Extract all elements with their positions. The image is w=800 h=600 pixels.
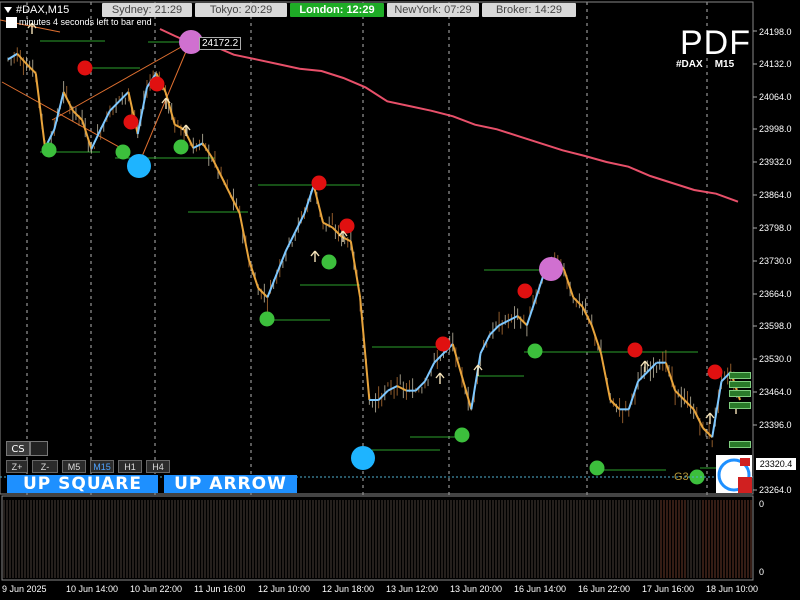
side-tag-1 (729, 372, 751, 379)
side-tag-5 (729, 441, 751, 448)
cs-button[interactable]: CS (6, 441, 30, 456)
price-label: 23396.0 (759, 420, 792, 430)
major-signal-blue (351, 446, 375, 470)
time-label: 16 Jun 22:00 (578, 584, 631, 594)
indicator-symbol-tf: #DAX M15 (676, 59, 734, 70)
time-label: 12 Jun 10:00 (258, 584, 311, 594)
signal-up-marker (589, 460, 605, 476)
session-clock-sydney: Sydney: 21:29 (102, 3, 192, 17)
logo-timeframe: M15 (714, 59, 735, 70)
up-arrow-button[interactable]: UP ARROW (164, 475, 297, 493)
chevron-down-icon (4, 7, 12, 14)
time-label: 9 Jun 2025 (2, 584, 47, 594)
countdown-box-icon (6, 17, 17, 29)
side-tag-2 (729, 381, 751, 388)
timeframe-m5-button[interactable]: M5 (62, 460, 86, 473)
timeframe-h4-button[interactable]: H4 (146, 460, 170, 473)
symbol-title-text: #DAX,M15 (16, 4, 70, 16)
price-label: 24064.0 (759, 92, 792, 102)
major-signal-pink (539, 257, 563, 281)
price-label: 23264.0 (759, 485, 792, 495)
broker-badge[interactable] (716, 455, 752, 493)
cs-button-extension[interactable] (30, 441, 48, 456)
bar-countdown: minutes 4 seconds left to bar end (6, 17, 152, 29)
countdown-text: minutes 4 seconds left to bar end (19, 17, 152, 27)
price-label: 23998.0 (759, 124, 792, 134)
session-clock-tokyo: Tokyo: 20:29 (195, 3, 287, 17)
time-label: 10 Jun 14:00 (66, 584, 119, 594)
session-clock-london: London: 12:29 (290, 3, 384, 17)
side-tag-4 (729, 402, 751, 409)
signal-up-marker (115, 144, 131, 160)
price-label: 23730.0 (759, 256, 792, 266)
price-chart[interactable] (0, 0, 800, 600)
time-label: 12 Jun 18:00 (322, 584, 375, 594)
signal-down-marker (77, 60, 93, 76)
signal-up-marker (259, 311, 275, 327)
session-clock-newyork: NewYork: 07:29 (387, 3, 479, 17)
indicator-logo: PDF (680, 24, 751, 62)
signal-down-marker (707, 364, 723, 380)
price-label: 23798.0 (759, 223, 792, 233)
time-label: 16 Jun 14:00 (514, 584, 567, 594)
price-label: 24198.0 (759, 27, 792, 37)
signal-up-marker (454, 427, 470, 443)
logo-symbol: #DAX (676, 59, 703, 70)
signal-down-marker (517, 283, 533, 299)
sub-axis-label-top: 0 (759, 499, 765, 509)
signal-down-marker (339, 218, 355, 234)
signal-up-marker (41, 142, 57, 158)
sub-axis-label-bottom: 0 (759, 567, 765, 577)
price-label: 24132.0 (759, 59, 792, 69)
time-label: 13 Jun 20:00 (450, 584, 503, 594)
timeframe-h1-button[interactable]: H1 (118, 460, 142, 473)
signal-down-marker (123, 114, 139, 130)
price-label: 23530.0 (759, 354, 792, 364)
signal-down-marker (149, 76, 165, 92)
time-label: 11 Jun 16:00 (194, 584, 246, 594)
signal-up-marker (321, 254, 337, 270)
signal-down-marker (627, 342, 643, 358)
price-label: 23664.0 (759, 289, 792, 299)
time-label: 17 Jun 16:00 (642, 584, 695, 594)
price-label: 23932.0 (759, 157, 792, 167)
edge-level-label: G3 (674, 471, 689, 483)
level-price-tag: 24172.2 (199, 37, 242, 50)
price-label: 23598.0 (759, 321, 792, 331)
zoom-out-button[interactable]: Z- (32, 460, 58, 473)
current-price-label: 23320.4 (756, 458, 796, 470)
price-label: 23464.0 (759, 387, 792, 397)
signal-up-marker (173, 139, 189, 155)
signal-down-marker (435, 336, 451, 352)
signal-down-marker (311, 175, 327, 191)
timeframe-m15-button[interactable]: M15 (90, 460, 114, 473)
major-signal-blue (127, 154, 151, 178)
signal-up-marker (527, 343, 543, 359)
time-label: 18 Jun 10:00 (706, 584, 759, 594)
session-clock-broker: Broker: 14:29 (482, 3, 576, 17)
up-square-button[interactable]: UP SQUARE (7, 475, 158, 493)
time-label: 10 Jun 22:00 (130, 584, 183, 594)
time-label: 13 Jun 12:00 (386, 584, 439, 594)
side-tag-3 (729, 390, 751, 397)
zoom-in-button[interactable]: Z+ (6, 460, 28, 473)
price-label: 23864.0 (759, 190, 792, 200)
chart-symbol-title: #DAX,M15 (4, 4, 69, 16)
